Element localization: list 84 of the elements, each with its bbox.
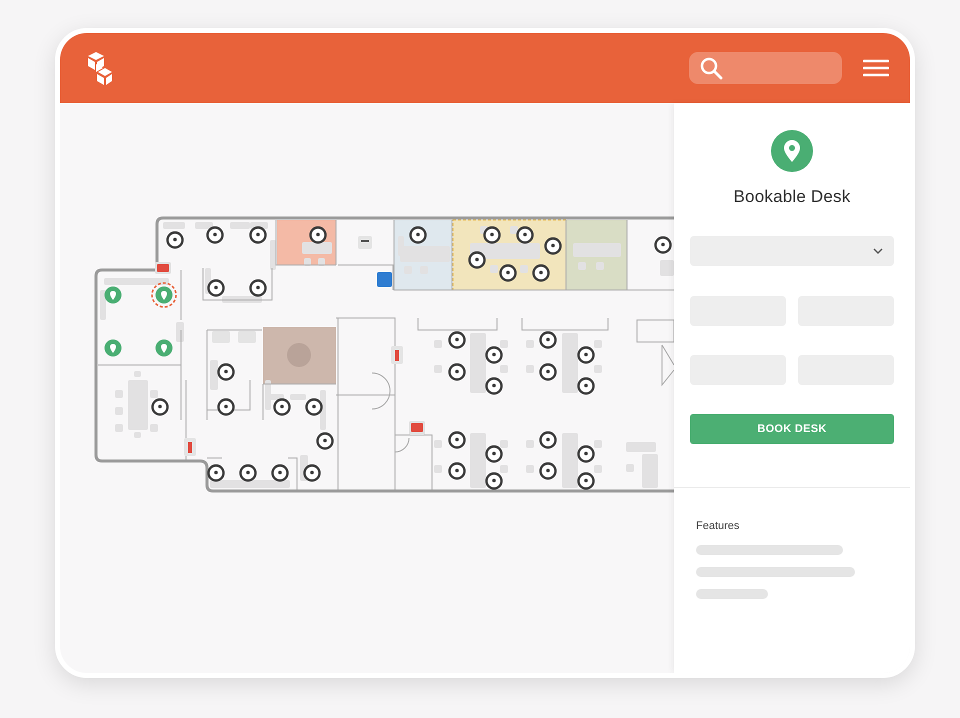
available-desk-pin-icon[interactable]	[104, 340, 122, 356]
desk-marker-icon[interactable]	[166, 231, 184, 249]
desk-marker-icon[interactable]	[539, 431, 557, 449]
furniture-block	[195, 222, 213, 229]
furniture-block	[500, 340, 508, 348]
furniture-block	[176, 322, 184, 342]
furniture-block	[150, 390, 158, 398]
features-heading: Features	[696, 520, 740, 532]
furniture-block	[290, 394, 306, 400]
desk-marker-icon[interactable]	[577, 346, 595, 364]
furniture-block	[270, 240, 276, 270]
furniture-block	[210, 360, 218, 390]
furniture-block	[642, 454, 658, 488]
desk-marker-icon[interactable]	[499, 264, 517, 282]
desk-marker-icon[interactable]	[539, 331, 557, 349]
desk-marker-icon[interactable]	[483, 226, 501, 244]
furniture-block	[434, 465, 442, 473]
furniture-block	[490, 265, 498, 273]
desk-marker-icon[interactable]	[448, 331, 466, 349]
location-pin-icon	[770, 129, 814, 173]
furniture-block	[562, 333, 578, 393]
available-desk-pin-icon[interactable]	[156, 340, 172, 356]
desk-marker-icon[interactable]	[316, 432, 334, 450]
furniture-block	[434, 440, 442, 448]
furniture-block	[500, 465, 508, 473]
desk-marker-icon[interactable]	[516, 226, 534, 244]
chevron-down-icon	[872, 247, 884, 255]
desk-marker-icon[interactable]	[249, 279, 267, 297]
furniture-block	[596, 262, 604, 270]
text-placeholder-line	[696, 589, 768, 599]
furniture-block	[470, 333, 486, 393]
desk-marker-icon[interactable]	[409, 226, 427, 244]
furniture-block	[470, 433, 486, 488]
furniture-block	[500, 440, 508, 448]
desk-marker-icon[interactable]	[249, 226, 267, 244]
desk-marker-icon[interactable]	[217, 398, 235, 416]
furniture-block	[104, 278, 169, 285]
available-desk-pin-icon[interactable]	[151, 282, 177, 308]
desk-marker-icon[interactable]	[485, 445, 503, 463]
desk-marker-icon[interactable]	[207, 464, 225, 482]
desk-marker-icon[interactable]	[532, 264, 550, 282]
desk-marker-icon[interactable]	[654, 236, 672, 254]
desk-marker-icon[interactable]	[544, 237, 562, 255]
menu-icon[interactable]	[863, 59, 889, 77]
desk-marker-icon[interactable]	[303, 464, 321, 482]
furniture-block	[302, 242, 332, 254]
furniture-block	[594, 440, 602, 448]
panel-title: Bookable Desk	[732, 187, 852, 207]
desk-marker-icon[interactable]	[577, 445, 595, 463]
desk-marker-icon[interactable]	[485, 346, 503, 364]
furniture-block	[573, 243, 621, 257]
furniture-block	[520, 265, 528, 273]
desk-marker-icon[interactable]	[577, 472, 595, 490]
desk-marker-icon[interactable]	[539, 462, 557, 480]
furniture-block	[660, 260, 674, 276]
desk-marker-icon[interactable]	[448, 431, 466, 449]
desk-marker-icon[interactable]	[468, 251, 486, 269]
desk-marker-icon[interactable]	[273, 398, 291, 416]
desk-marker-icon[interactable]	[485, 377, 503, 395]
desk-marker-icon[interactable]	[207, 279, 225, 297]
dropdown-field[interactable]	[690, 236, 894, 266]
furniture-block	[578, 262, 586, 270]
available-desk-pin-icon[interactable]	[104, 286, 122, 304]
desk-marker-icon[interactable]	[271, 464, 289, 482]
furniture-block	[510, 226, 518, 234]
furniture-block	[594, 340, 602, 348]
desk-marker-icon[interactable]	[309, 226, 327, 244]
desk-marker-icon[interactable]	[151, 398, 169, 416]
furniture-block	[594, 465, 602, 473]
desk-marker-icon[interactable]	[239, 464, 257, 482]
desk-marker-icon[interactable]	[206, 226, 224, 244]
furniture-block	[562, 433, 578, 488]
desk-marker-icon[interactable]	[577, 377, 595, 395]
desk-marker-icon[interactable]	[485, 472, 503, 490]
desk-marker-icon[interactable]	[448, 363, 466, 381]
furniture-block	[470, 243, 540, 259]
search-icon	[699, 56, 723, 80]
desk-marker-icon[interactable]	[448, 462, 466, 480]
book-desk-button[interactable]: BOOK DESK	[690, 414, 894, 444]
desk-marker-icon[interactable]	[305, 398, 323, 416]
furniture-block	[100, 290, 106, 320]
desk-marker-icon[interactable]	[217, 363, 235, 381]
search-field[interactable]	[689, 52, 842, 84]
desk-marker-icon[interactable]	[539, 363, 557, 381]
